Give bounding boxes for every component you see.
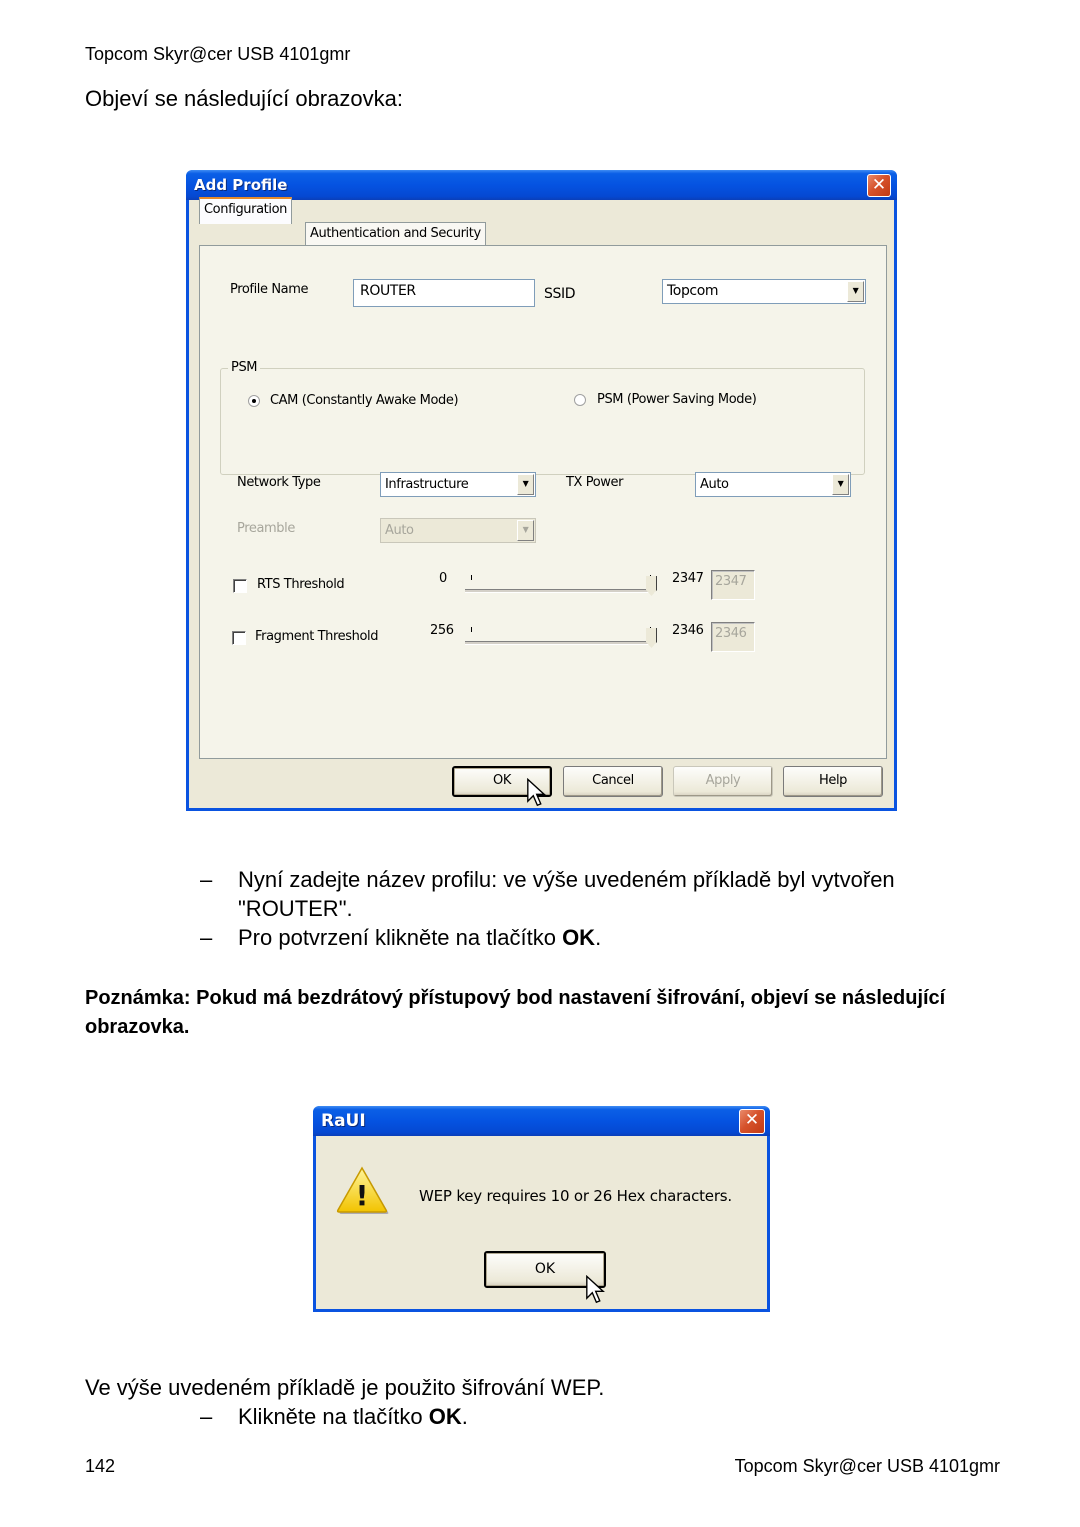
bullet-bold: OK (562, 925, 596, 950)
bullet-text: . (461, 1404, 468, 1429)
cam-radio-label[interactable]: CAM (Constantly Awake Mode) (270, 393, 459, 408)
rts-value: 2347 (715, 574, 747, 589)
ssid-label: SSID (544, 286, 576, 302)
network-type-value: Infrastructure (385, 477, 469, 492)
apply-label: Apply (705, 773, 741, 788)
profile-name-label: Profile Name (230, 282, 309, 297)
add-profile-dialog: Add Profile ✕ Configuration Authenticati… (186, 170, 897, 811)
tx-power-value: Auto (700, 477, 729, 492)
tx-power-select[interactable]: Auto ▼ (695, 472, 851, 497)
page-number: 142 (85, 1456, 116, 1476)
profile-name-input[interactable]: ROUTER (353, 279, 535, 307)
list-item: – Pro potvrzení klikněte na tlačítko OK. (85, 923, 998, 952)
wep-explanation: Ve výše uvedeném příkladě je použito šif… (85, 1375, 605, 1400)
apply-button: Apply (673, 766, 773, 797)
fragment-slider-thumb[interactable] (646, 628, 657, 648)
rts-max-label: 2347 (672, 571, 704, 586)
fragment-min-label: 256 (430, 623, 454, 638)
list-item: – Nyní zadejte název profilu: ve výše uv… (85, 865, 998, 923)
ok-label: OK (534, 1261, 556, 1277)
bullet-text: Pro potvrzení klikněte na tlačítko (238, 925, 563, 950)
close-button[interactable]: ✕ (867, 174, 891, 197)
configuration-panel: Profile Name ROUTER SSID Topcom ▼ PSM CA… (199, 245, 887, 759)
bullet-text: . (595, 925, 602, 950)
warning-icon: ! (336, 1166, 389, 1214)
chevron-down-icon: ▼ (517, 520, 534, 541)
intro-text: Objeví se následující obrazovka: (85, 86, 403, 111)
psm-group-label: PSM (228, 360, 261, 375)
dialog-title: RaUI (321, 1111, 366, 1131)
tx-power-label: TX Power (566, 475, 624, 490)
psm-radio[interactable] (574, 394, 586, 406)
fragment-max-label: 2346 (672, 623, 704, 638)
preamble-label: Preamble (237, 521, 295, 536)
help-label: Help (818, 773, 848, 788)
title-bar[interactable]: RaUI ✕ (313, 1106, 770, 1136)
fragment-threshold-label[interactable]: Fragment Threshold (255, 629, 378, 644)
cancel-button[interactable]: Cancel (563, 766, 663, 797)
tab-authentication-security[interactable]: Authentication and Security (305, 222, 486, 246)
bullet-dash: – (200, 925, 213, 950)
rts-min-label: 0 (439, 571, 447, 586)
fragment-slider-track[interactable] (465, 641, 655, 645)
raui-dialog: RaUI ✕ ! WEP key requires 10 or 26 Hex c… (313, 1106, 770, 1312)
rts-slider-tick (471, 575, 472, 580)
bullet-bold: OK (428, 1404, 462, 1429)
profile-name-value: ROUTER (360, 283, 416, 299)
note-text: Poznámka: Pokud má bezdrátový přístupový… (85, 987, 946, 1038)
page-header: Topcom Skyr@cer USB 4101gmr (85, 44, 351, 64)
tab-label: Configuration (204, 202, 287, 217)
bullet-dash: – (200, 867, 213, 892)
dialog-title: Add Profile (194, 176, 288, 194)
fragment-value-field: 2346 (711, 622, 755, 652)
ssid-select[interactable]: Topcom ▼ (662, 279, 866, 304)
footer-product: Topcom Skyr@cer USB 4101gmr (734, 1456, 1000, 1476)
fragment-threshold-checkbox[interactable] (232, 631, 246, 645)
preamble-value: Auto (385, 523, 414, 538)
tab-configuration[interactable]: Configuration (199, 197, 292, 224)
ssid-value: Topcom (667, 283, 719, 299)
ok-label: OK (493, 773, 511, 788)
cancel-label: Cancel (592, 773, 634, 788)
mouse-cursor-icon (586, 1275, 605, 1304)
bullet-text: Nyní zadejte název profilu: ve výše uved… (238, 867, 895, 921)
psm-radio-label[interactable]: PSM (Power Saving Mode) (597, 392, 757, 407)
fragment-value: 2346 (715, 626, 747, 641)
mouse-cursor-icon (527, 778, 546, 807)
rts-slider-track[interactable] (465, 589, 655, 593)
network-type-select[interactable]: Infrastructure ▼ (380, 472, 536, 497)
instruction-list: – Nyní zadejte název profilu: ve výše uv… (85, 865, 998, 952)
list-item: – Klikněte na tlačítko OK. (85, 1404, 998, 1430)
rts-threshold-checkbox[interactable] (233, 579, 247, 593)
warning-message: WEP key requires 10 or 26 Hex characters… (419, 1187, 732, 1205)
preamble-select: Auto ▼ (380, 518, 536, 543)
chevron-down-icon[interactable]: ▼ (847, 281, 864, 302)
title-bar[interactable]: Add Profile ✕ (186, 170, 897, 200)
cam-radio[interactable] (248, 395, 260, 407)
rts-slider-thumb[interactable] (646, 576, 657, 596)
rts-threshold-label[interactable]: RTS Threshold (257, 577, 345, 592)
help-button[interactable]: Help (783, 766, 883, 797)
close-button[interactable]: ✕ (739, 1109, 765, 1134)
tab-label: Authentication and Security (310, 226, 481, 241)
close-icon: ✕ (744, 1110, 760, 1130)
close-icon: ✕ (871, 175, 887, 195)
svg-text:!: ! (356, 1179, 369, 1212)
chevron-down-icon[interactable]: ▼ (517, 474, 534, 495)
bullet-dash: – (200, 1404, 213, 1429)
rts-value-field: 2347 (711, 570, 755, 600)
chevron-down-icon[interactable]: ▼ (832, 474, 849, 495)
fragment-slider-tick (471, 627, 472, 632)
psm-groupbox: PSM CAM (Constantly Awake Mode) PSM (Pow… (220, 360, 865, 475)
dialog-body: Configuration Authentication and Securit… (189, 197, 894, 808)
network-type-label: Network Type (237, 475, 321, 490)
dialog-body: ! WEP key requires 10 or 26 Hex characte… (316, 1136, 767, 1309)
bullet-text: Klikněte na tlačítko (238, 1404, 429, 1429)
